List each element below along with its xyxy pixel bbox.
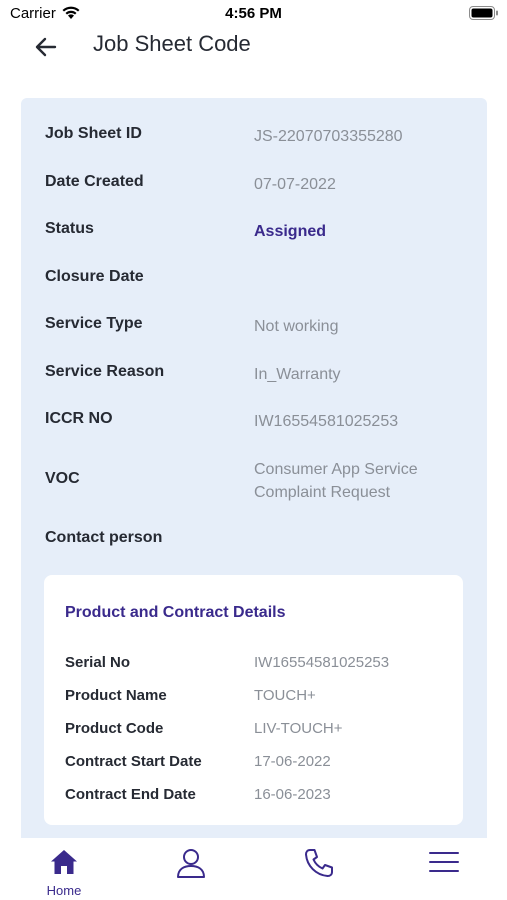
tab-profile[interactable] (151, 838, 231, 900)
product-value: TOUCH+ (254, 687, 316, 704)
detail-label: Job Sheet ID (45, 125, 142, 142)
product-label: Product Code (65, 720, 164, 737)
detail-value: Not working (254, 318, 339, 335)
product-value: 16-06-2023 (254, 786, 331, 803)
bottom-tab-bar: Home (0, 838, 507, 900)
detail-label: Service Reason (45, 363, 165, 380)
detail-value: Consumer App Service Complaint Request (254, 461, 418, 501)
product-value: LIV-TOUCH+ (254, 720, 343, 737)
status-badge: Assigned (254, 223, 327, 240)
product-label: Contract Start Date (65, 753, 202, 770)
clock: 4:56 PM (225, 5, 282, 22)
section-title: Product and Contract Details (65, 604, 286, 621)
tab-home[interactable]: Home (24, 838, 104, 900)
tab-home-label: Home (46, 883, 82, 898)
detail-value: 07-07-2022 (254, 176, 336, 193)
detail-label: Date Created (45, 173, 144, 190)
product-label: Product Name (65, 687, 167, 704)
detail-label: Service Type (45, 315, 143, 332)
product-label: Contract End Date (65, 786, 196, 803)
arrow-left-icon[interactable] (32, 33, 60, 61)
product-label: Serial No (65, 654, 131, 671)
detail-label: Closure Date (45, 268, 144, 285)
product-contract-panel: Product and Contract Details Serial No I… (44, 575, 463, 825)
product-value: IW16554581025253 (254, 654, 390, 671)
page-title: Job Sheet Code (93, 31, 251, 56)
tab-phone[interactable] (278, 838, 358, 900)
detail-value: JS-22070703355280 (254, 128, 403, 145)
detail-value: In_Warranty (254, 366, 341, 383)
status-bar: Carrier 4:56 PM (0, 0, 507, 28)
detail-value: IW16554581025253 (254, 413, 399, 430)
tab-menu[interactable] (404, 838, 484, 900)
detail-label: ICCR NO (45, 410, 113, 427)
detail-label: Status (45, 220, 94, 237)
product-value: 17-06-2022 (254, 753, 331, 770)
detail-label: VOC (45, 470, 80, 487)
battery-icon (469, 6, 499, 25)
detail-label: Contact person (45, 529, 163, 546)
app-header: Job Sheet Code (0, 28, 507, 72)
